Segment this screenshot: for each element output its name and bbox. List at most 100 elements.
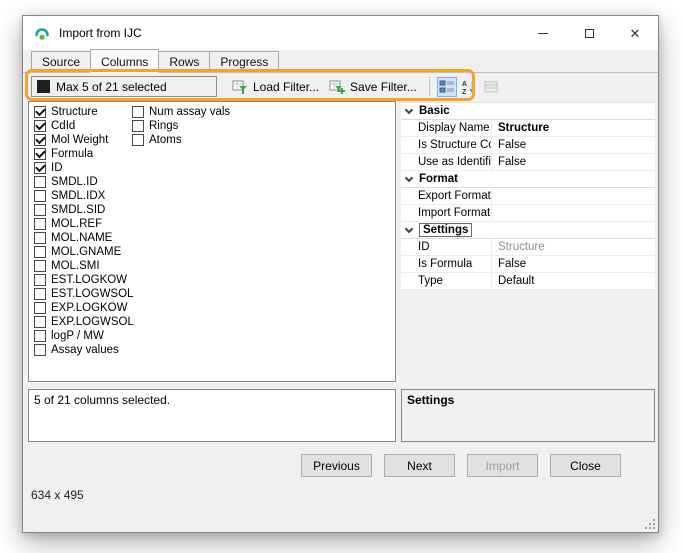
- property-row-import-format[interactable]: Import Format: [401, 205, 655, 222]
- column-label: Rings: [149, 120, 178, 132]
- property-name: Is Structure Colu: [401, 139, 491, 151]
- unchecked-checkbox-icon[interactable]: [34, 190, 46, 202]
- selection-summary-box: 5 of 21 columns selected.: [28, 389, 396, 442]
- property-row-export-format[interactable]: Export Format: [401, 188, 655, 205]
- checked-checkbox-icon[interactable]: [34, 162, 46, 174]
- category-row-format[interactable]: Format: [401, 171, 655, 188]
- load-filter-button[interactable]: Load Filter...: [227, 76, 324, 98]
- save-filter-button[interactable]: Save Filter...: [324, 76, 422, 98]
- previous-button[interactable]: Previous: [301, 454, 372, 477]
- column-item-mol-gname[interactable]: MOL.GNAME: [34, 245, 134, 259]
- unchecked-checkbox-icon[interactable]: [132, 106, 144, 118]
- unchecked-checkbox-icon[interactable]: [34, 274, 46, 286]
- import-from-ijc-dialog: Import from IJC ✕ SourceColumnsRowsProgr…: [22, 15, 659, 533]
- column-label: EXP.LOGWSOL: [51, 316, 134, 328]
- checked-checkbox-icon[interactable]: [34, 106, 46, 118]
- property-value[interactable]: Structure: [491, 120, 655, 136]
- column-item-mol-ref[interactable]: MOL.REF: [34, 217, 134, 231]
- tab-rows[interactable]: Rows: [158, 51, 210, 72]
- column-label: EST.LOGKOW: [51, 274, 127, 286]
- column-label: Num assay vals: [149, 106, 230, 118]
- property-name: Use as Identifier: [401, 156, 491, 168]
- chevron-down-icon[interactable]: [405, 106, 413, 114]
- checked-checkbox-icon[interactable]: [34, 120, 46, 132]
- close-button[interactable]: ✕: [612, 16, 658, 50]
- property-row-type[interactable]: TypeDefault: [401, 273, 655, 290]
- unchecked-checkbox-icon[interactable]: [34, 232, 46, 244]
- unchecked-checkbox-icon[interactable]: [34, 316, 46, 328]
- property-name: Is Formula: [401, 258, 491, 270]
- chevron-down-icon[interactable]: [405, 225, 413, 233]
- property-value[interactable]: Structure: [491, 239, 655, 255]
- unchecked-checkbox-icon[interactable]: [34, 288, 46, 300]
- property-description-box: Settings: [401, 389, 655, 442]
- next-button[interactable]: Next: [384, 454, 455, 477]
- import-button[interactable]: Import: [467, 454, 538, 477]
- unchecked-checkbox-icon[interactable]: [132, 120, 144, 132]
- column-item-formula[interactable]: Formula: [34, 147, 134, 161]
- max-selected-checkbox[interactable]: [37, 80, 50, 93]
- categorized-view-button[interactable]: [437, 77, 457, 97]
- categorized-view-icon: [439, 79, 455, 95]
- tab-columns[interactable]: Columns: [90, 49, 159, 73]
- column-item-mol-smi[interactable]: MOL.SMI: [34, 259, 134, 273]
- category-row-basic[interactable]: Basic: [401, 103, 655, 120]
- unchecked-checkbox-icon[interactable]: [34, 204, 46, 216]
- window-controls: ✕: [520, 16, 658, 50]
- property-row-use-as-identifier[interactable]: Use as IdentifierFalse: [401, 154, 655, 171]
- title-bar[interactable]: Import from IJC ✕: [23, 16, 658, 50]
- column-item-logp-mw[interactable]: logP / MW: [34, 329, 134, 343]
- column-item-est-logkow[interactable]: EST.LOGKOW: [34, 273, 134, 287]
- column-item-smdl-idx[interactable]: SMDL.IDX: [34, 189, 134, 203]
- property-value[interactable]: [491, 205, 655, 221]
- toolbar-separator: [429, 77, 430, 96]
- unchecked-checkbox-icon[interactable]: [34, 176, 46, 188]
- resize-grip[interactable]: [643, 517, 656, 530]
- unchecked-checkbox-icon[interactable]: [34, 344, 46, 356]
- property-value[interactable]: False: [491, 256, 655, 272]
- columns-list-panel[interactable]: StructureCdIdMol WeightFormulaIDSMDL.IDS…: [28, 101, 396, 382]
- category-row-settings[interactable]: Settings: [401, 222, 655, 239]
- property-value[interactable]: Default: [491, 273, 655, 289]
- minimize-button[interactable]: [520, 16, 566, 50]
- column-item-id[interactable]: ID: [34, 161, 134, 175]
- column-item-structure[interactable]: Structure: [34, 105, 134, 119]
- checked-checkbox-icon[interactable]: [34, 148, 46, 160]
- property-row-id[interactable]: IDStructure: [401, 239, 655, 256]
- checked-checkbox-icon[interactable]: [34, 134, 46, 146]
- column-item-assay-values[interactable]: Assay values: [34, 343, 134, 357]
- unchecked-checkbox-icon[interactable]: [34, 302, 46, 314]
- property-description-title: Settings: [407, 393, 454, 407]
- unchecked-checkbox-icon[interactable]: [34, 260, 46, 272]
- sort-alphabetical-button[interactable]: A Z: [459, 77, 479, 97]
- category-label: Format: [419, 173, 458, 185]
- column-item-mol-name[interactable]: MOL.NAME: [34, 231, 134, 245]
- property-row-is-structure-colu[interactable]: Is Structure ColuFalse: [401, 137, 655, 154]
- column-item-num-assay-vals[interactable]: Num assay vals: [132, 105, 230, 119]
- column-item-smdl-id[interactable]: SMDL.ID: [34, 175, 134, 189]
- column-item-exp-logwsol[interactable]: EXP.LOGWSOL: [34, 315, 134, 329]
- column-item-cdid[interactable]: CdId: [34, 119, 134, 133]
- maximize-button[interactable]: [566, 16, 612, 50]
- column-item-est-logwsol[interactable]: EST.LOGWSOL: [34, 287, 134, 301]
- column-label: Assay values: [51, 344, 119, 356]
- column-item-mol-weight[interactable]: Mol Weight: [34, 133, 134, 147]
- unchecked-checkbox-icon[interactable]: [34, 246, 46, 258]
- unchecked-checkbox-icon[interactable]: [132, 134, 144, 146]
- column-item-atoms[interactable]: Atoms: [132, 133, 230, 147]
- toolbar: Max 5 of 21 selected Load Filter... Save…: [23, 73, 658, 100]
- column-item-exp-logkow[interactable]: EXP.LOGKOW: [34, 301, 134, 315]
- tab-progress[interactable]: Progress: [209, 51, 279, 72]
- property-value[interactable]: [491, 188, 655, 204]
- unchecked-checkbox-icon[interactable]: [34, 218, 46, 230]
- column-item-smdl-sid[interactable]: SMDL.SID: [34, 203, 134, 217]
- unchecked-checkbox-icon[interactable]: [34, 330, 46, 342]
- column-item-rings[interactable]: Rings: [132, 119, 230, 133]
- tab-source[interactable]: Source: [31, 51, 91, 72]
- property-row-display-name[interactable]: Display NameStructure: [401, 120, 655, 137]
- property-value[interactable]: False: [491, 137, 655, 153]
- property-row-is-formula[interactable]: Is FormulaFalse: [401, 256, 655, 273]
- chevron-down-icon[interactable]: [405, 174, 413, 182]
- close-button[interactable]: Close: [550, 454, 621, 477]
- property-value[interactable]: False: [491, 154, 655, 170]
